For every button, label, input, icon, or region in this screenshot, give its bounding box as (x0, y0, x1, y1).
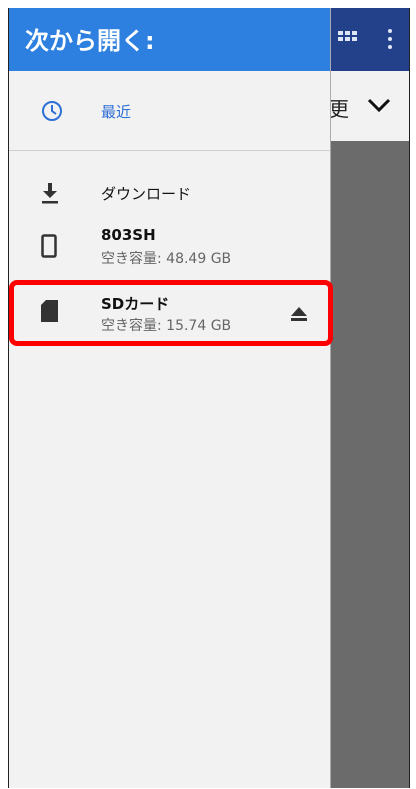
chevron-down-icon[interactable] (366, 95, 392, 115)
more-options-icon[interactable] (382, 27, 398, 51)
drawer-item-internal-storage[interactable]: 803SH 空き容量: 48.49 GB (9, 223, 330, 277)
drawer-item-label: 803SH (101, 226, 156, 244)
drawer-item-label: 最近 (101, 103, 132, 121)
drawer-item-recent[interactable]: 最近 (9, 71, 330, 150)
phone-icon (41, 234, 57, 258)
highlight-box (9, 280, 333, 346)
screen: 更 次から開く: 最近 ダウンロード 803SH 空き容量: 48.49 GB … (8, 8, 410, 788)
drawer-item-downloads[interactable]: ダウンロード (9, 168, 330, 220)
drawer-divider (9, 150, 330, 151)
grid-view-icon[interactable] (338, 31, 358, 47)
free-space-text: 空き容量: 48.49 GB (101, 251, 232, 267)
sort-label: 更 (329, 97, 349, 121)
drawer-header: 次から開く: (9, 8, 330, 71)
drawer-title: 次から開く: (25, 27, 155, 55)
drawer-item-label: ダウンロード (101, 185, 192, 203)
clock-icon (42, 101, 62, 121)
download-icon (42, 183, 58, 204)
roots-drawer: 次から開く: 最近 ダウンロード 803SH 空き容量: 48.49 GB SD… (9, 8, 331, 788)
